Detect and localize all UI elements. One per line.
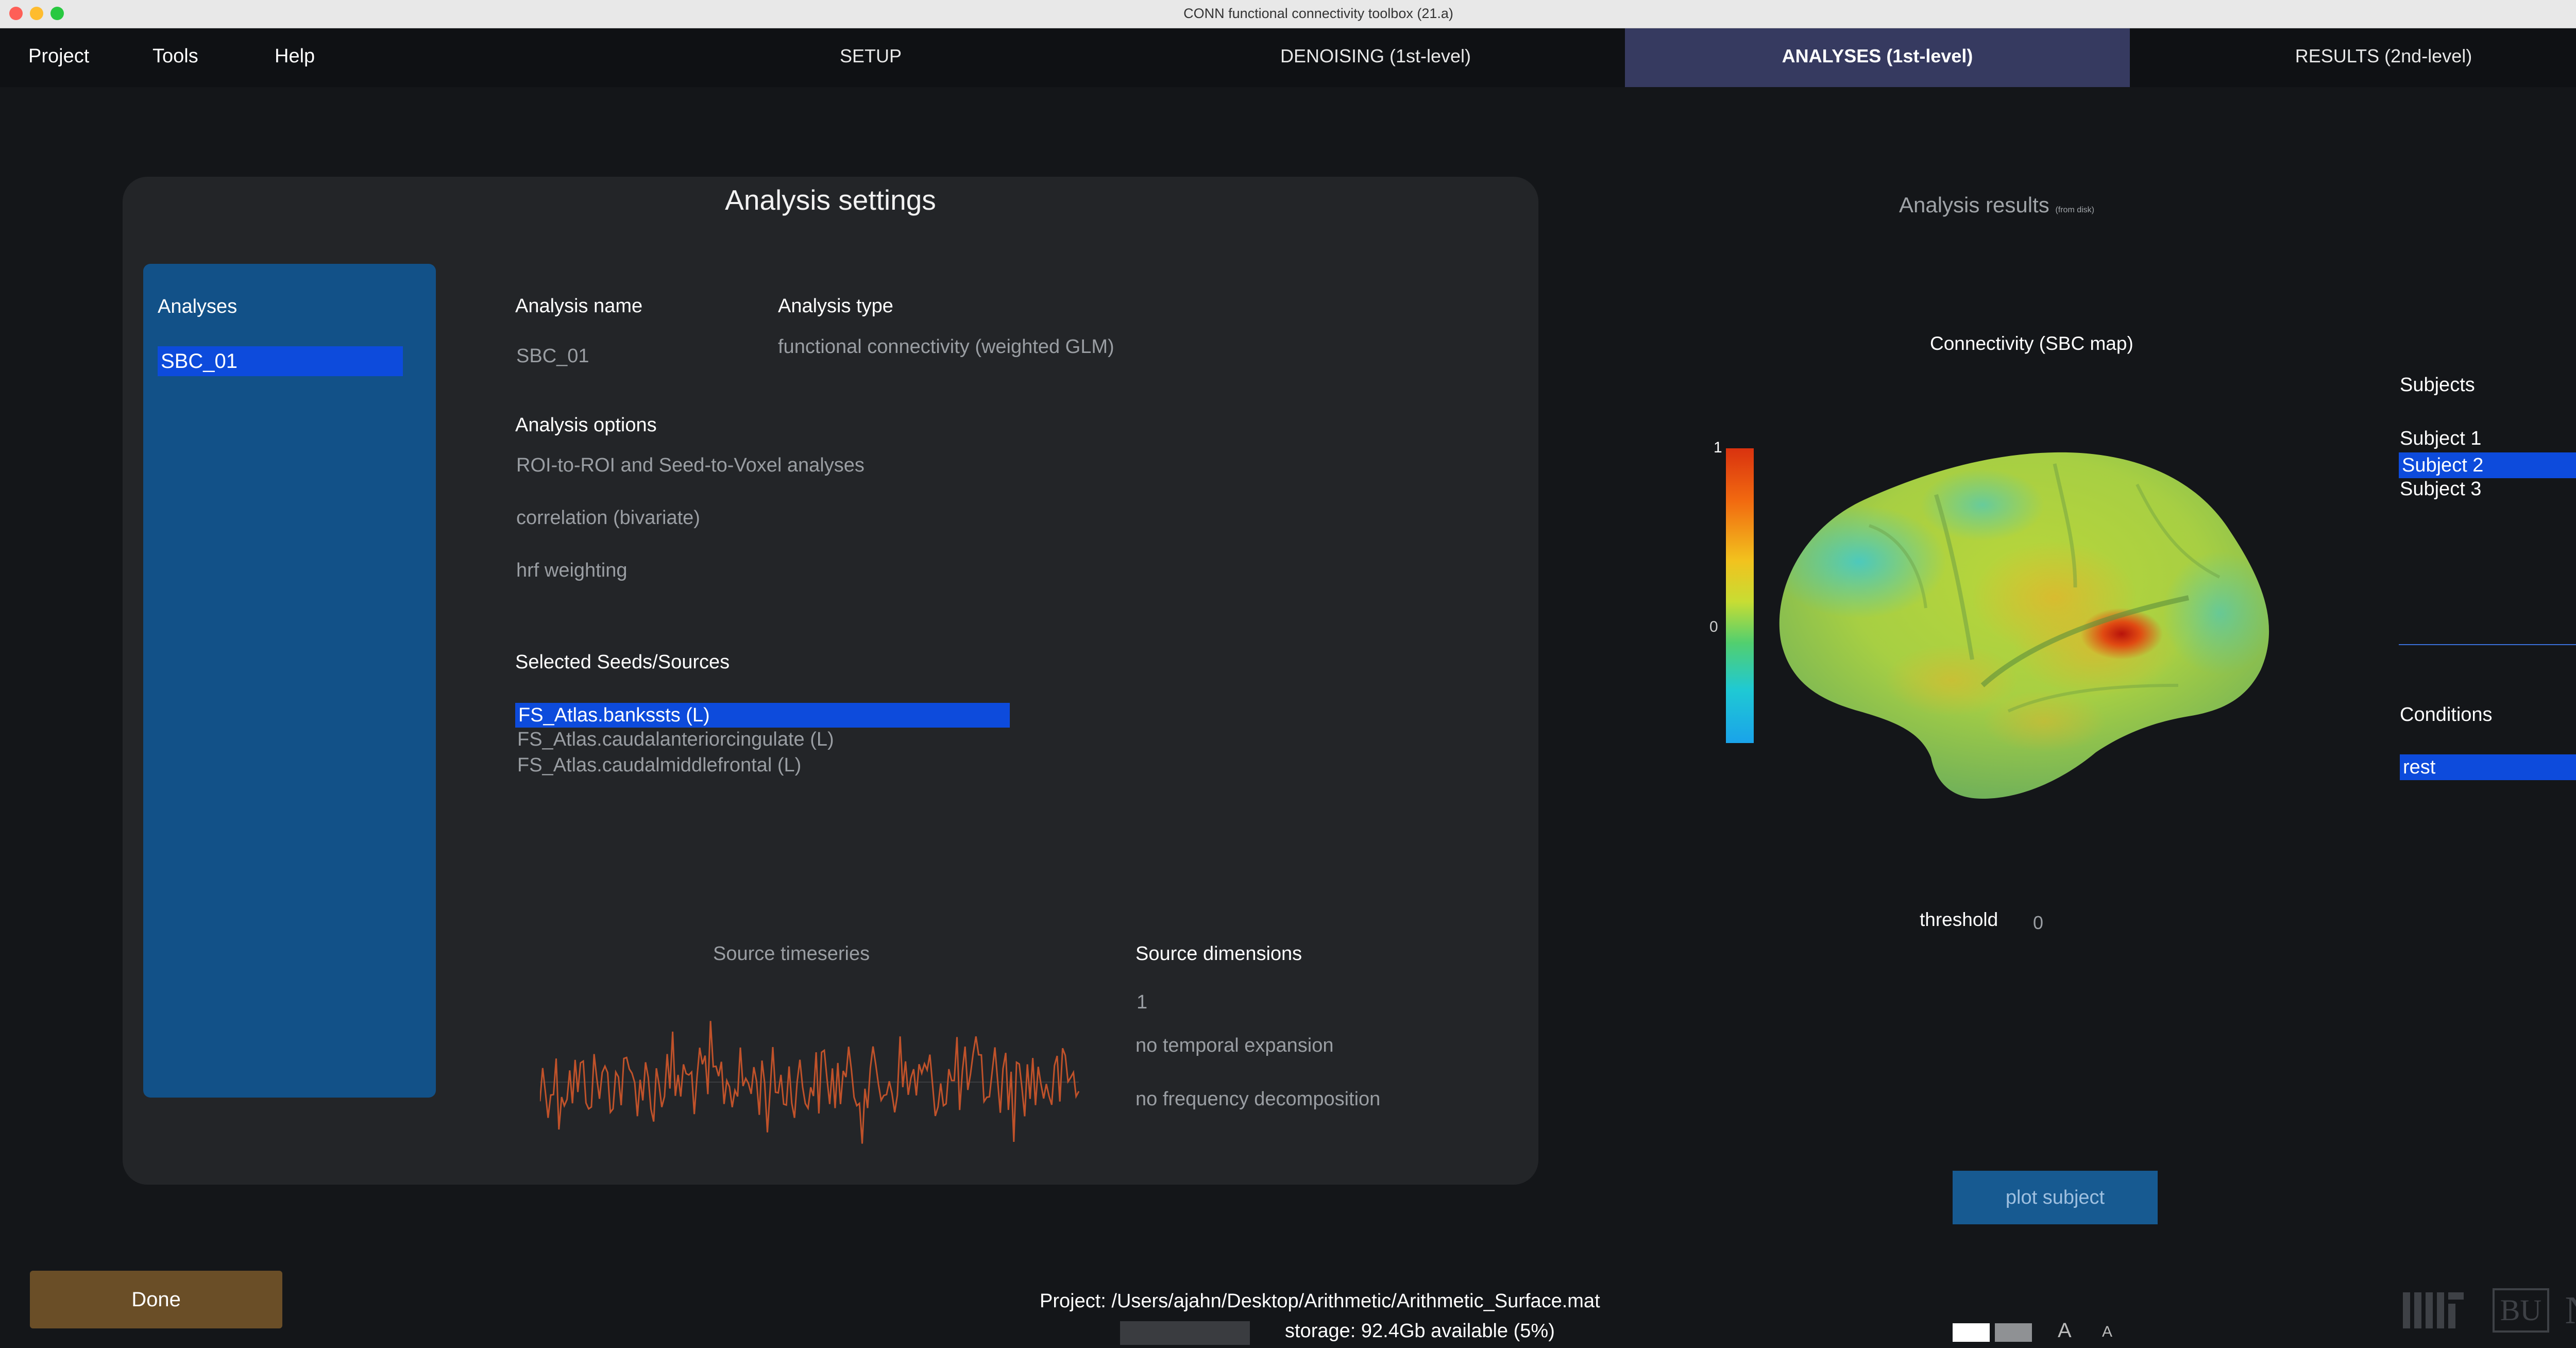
gray-theme-swatch[interactable] [1995,1323,2032,1342]
tab-denoising[interactable]: DENOISING (1st-level) [1226,28,1525,87]
main-toolbar: Project Tools Help SETUP DENOISING (1st-… [0,28,2576,87]
done-button[interactable]: Done [30,1271,282,1328]
subjects-label: Subjects [2400,374,2475,396]
panel-title: Analysis settings [725,184,936,216]
source-dimensions-value[interactable]: 1 [1137,991,1147,1014]
menu-help[interactable]: Help [275,45,315,68]
project-path: Project: /Users/ajahn/Desktop/Arithmetic… [1040,1290,1600,1312]
analysis-options-label: Analysis options [515,414,657,436]
progress-bar [1120,1321,1250,1345]
colorbar-max-label: 1 [1714,439,1722,456]
window-title-bar: CONN functional connectivity toolbox (21… [0,0,2576,28]
analysis-option-1[interactable]: ROI-to-ROI and Seed-to-Voxel analyses [516,454,865,477]
subject-list-item-selected[interactable]: Subject 2 [2399,452,2576,478]
temporal-expansion-option[interactable]: no temporal expansion [1136,1035,1333,1057]
source-timeseries-label: Source timeseries [713,943,870,965]
analysis-list-item-selected[interactable]: SBC_01 [158,346,403,376]
seed-list-item[interactable]: FS_Atlas.caudalmiddlefrontal (L) [517,754,801,777]
mit-logo [2403,1292,2464,1328]
plot-subject-button[interactable]: plot subject [1953,1171,2158,1224]
bu-logo: BU [2493,1288,2549,1333]
connectivity-map-title: Connectivity (SBC map) [1930,333,2133,354]
source-dimensions-label: Source dimensions [1136,943,1302,965]
frequency-decomposition-option[interactable]: no frequency decomposition [1136,1088,1380,1110]
seed-list-item[interactable]: FS_Atlas.caudalanteriorcingulate (L) [517,729,834,751]
source-timeseries-plot [540,1021,1080,1144]
analysis-option-2[interactable]: correlation (bivariate) [516,507,700,529]
subject-list-item[interactable]: Subject 3 [2400,478,2481,500]
menu-project[interactable]: Project [28,45,89,68]
subject-list-item[interactable]: Subject 1 [2400,428,2481,450]
n-logo: N [2558,1288,2576,1333]
menu-tools[interactable]: Tools [152,45,198,68]
colorbar-mid-label: 0 [1709,618,1718,635]
conditions-label: Conditions [2400,704,2493,726]
analyses-list-box [143,264,436,1098]
tab-setup[interactable]: SETUP [719,28,1023,87]
window-title: CONN functional connectivity toolbox (21… [1183,6,1453,21]
condition-list-item-selected[interactable]: rest [2400,754,2576,780]
light-theme-swatch[interactable] [1953,1323,1990,1342]
increase-font-button[interactable]: A [2058,1319,2072,1342]
analysis-results-title-text: Analysis results [1899,193,2049,217]
analysis-results-title-note: (from disk) [2055,206,2094,214]
subjects-list[interactable]: Subject 1 Subject 2 Subject 3 [2399,428,2576,644]
decrease-font-button[interactable]: A [2102,1323,2112,1341]
analyses-label: Analyses [158,296,238,317]
subjects-list-underline [2399,644,2576,645]
colorbar [1726,448,1754,743]
seed-list-item-selected[interactable]: FS_Atlas.bankssts (L) [515,703,1010,728]
threshold-input[interactable]: 0 [2033,912,2043,934]
analysis-type-value[interactable]: functional connectivity (weighted GLM) [778,336,1114,358]
analysis-type-label: Analysis type [778,295,893,317]
analysis-name-field[interactable]: SBC_01 [516,345,589,367]
analysis-results-title: Analysis results (from disk) [1899,193,2094,217]
storage-status: storage: 92.4Gb available (5%) [1285,1320,1555,1342]
brain-surface-render [1779,452,2269,799]
tab-analyses[interactable]: ANALYSES (1st-level) [1625,28,2130,87]
analysis-name-label: Analysis name [515,295,643,317]
analysis-option-3[interactable]: hrf weighting [516,560,627,582]
tab-results[interactable]: RESULTS (2nd-level) [2130,28,2576,87]
threshold-label: threshold [1920,909,1998,930]
selected-seeds-label: Selected Seeds/Sources [515,651,730,673]
